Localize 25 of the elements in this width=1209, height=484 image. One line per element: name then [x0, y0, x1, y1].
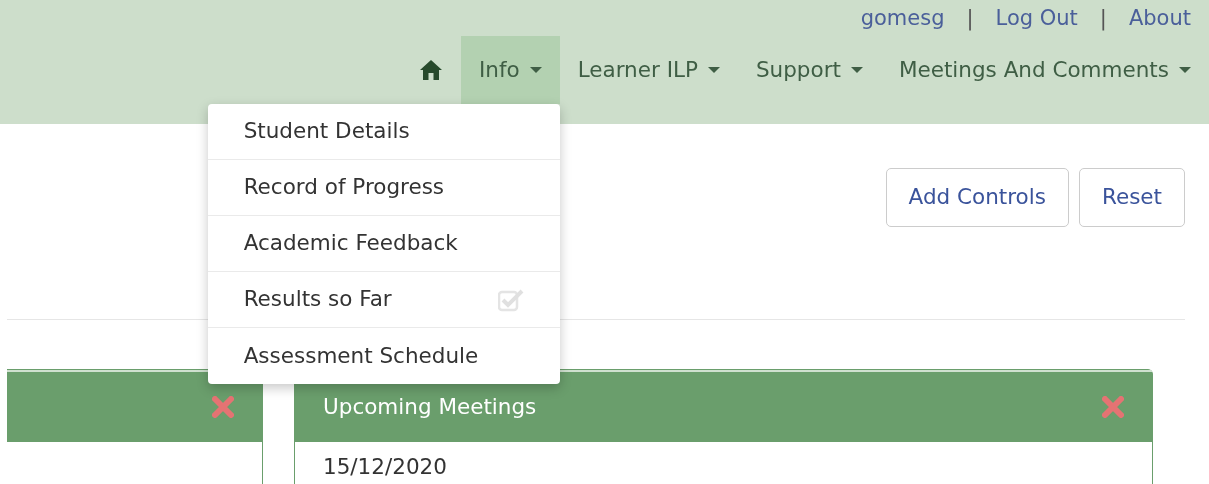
- checkbox-check-icon: [497, 287, 524, 312]
- dropdown-item[interactable]: Assessment Schedule: [207, 328, 560, 384]
- panel-title: Upcoming Meetings: [323, 392, 537, 421]
- caret-icon: [850, 67, 863, 73]
- nav-menu-tab[interactable]: Meetings And Comments: [880, 36, 1209, 104]
- caret-icon: [707, 67, 720, 73]
- close-icon[interactable]: [212, 396, 234, 418]
- dropdown-item[interactable]: Academic Feedback: [207, 216, 560, 272]
- dropdown-item[interactable]: Student Details: [207, 104, 560, 160]
- dropdown-item[interactable]: Results so Far: [207, 272, 560, 328]
- toolbar-button[interactable]: Reset: [1078, 168, 1185, 227]
- header-link[interactable]: gomesg: [860, 5, 945, 31]
- header-link[interactable]: About: [1128, 5, 1191, 31]
- meeting-date: 15/12/2020: [323, 454, 448, 480]
- toolbar-button[interactable]: Add Controls: [885, 168, 1069, 227]
- caret-icon: [529, 67, 542, 73]
- close-icon[interactable]: [1102, 396, 1124, 418]
- nav-menu-tab[interactable]: Learner ILP: [559, 36, 738, 104]
- separator-text: |: [1099, 5, 1107, 31]
- dropdown-item[interactable]: Record of Progress: [207, 160, 560, 216]
- home-icon: [418, 59, 443, 81]
- separator-text: |: [966, 5, 974, 31]
- caret-icon: [1179, 67, 1191, 73]
- nav-menu-tab[interactable]: Support: [737, 36, 881, 104]
- header-link[interactable]: Log Out: [995, 5, 1078, 31]
